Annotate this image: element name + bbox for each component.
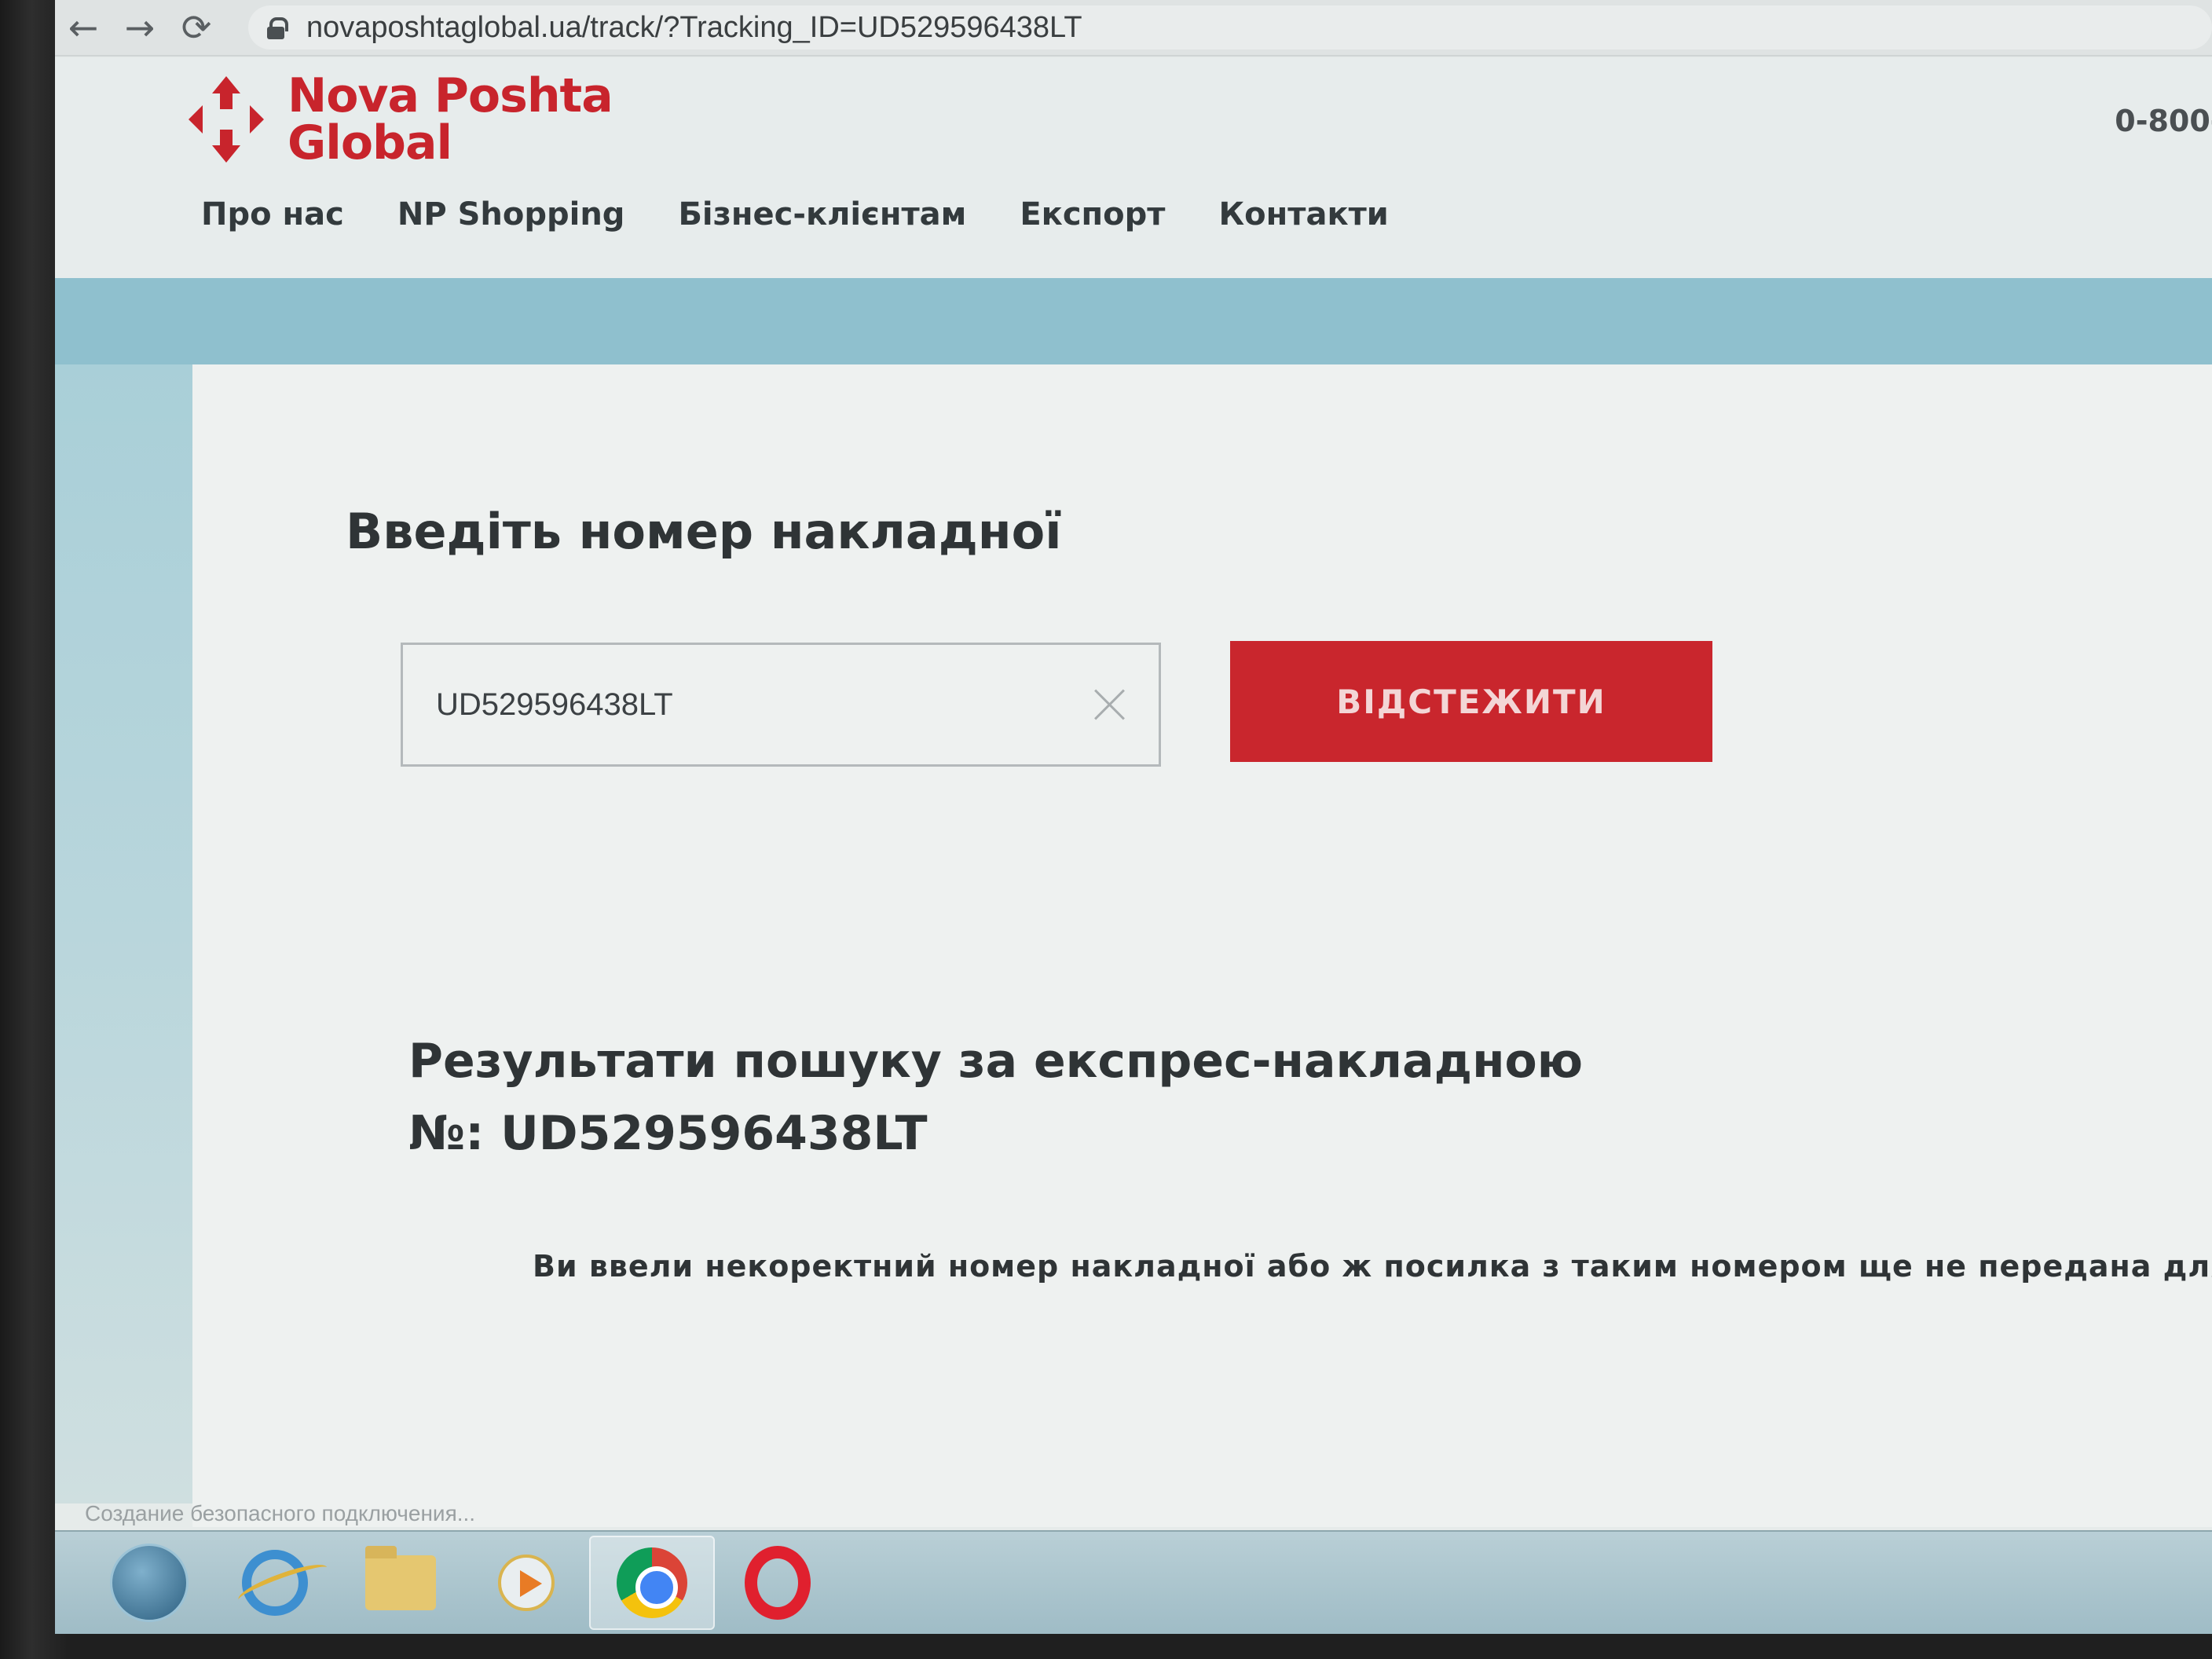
nav-about[interactable]: Про нас xyxy=(201,196,344,233)
screen: ← → ⟳ novaposhtaglobal.ua/track/?Trackin… xyxy=(55,0,2212,1634)
folder-icon xyxy=(365,1546,436,1610)
back-icon[interactable]: ← xyxy=(55,0,112,56)
windows-start-icon xyxy=(110,1544,189,1622)
result-message: Ви ввели некоректний номер накладної або… xyxy=(533,1249,2212,1284)
logo-line-1: Nova Poshta xyxy=(287,68,613,123)
taskbar-opera[interactable] xyxy=(715,1536,840,1630)
tracking-title: Введіть номер накладної xyxy=(346,503,1062,560)
taskbar-chrome[interactable] xyxy=(589,1536,715,1630)
nav-contacts[interactable]: Контакти xyxy=(1218,196,1388,233)
logo-text: Nova Poshta Global xyxy=(287,72,613,167)
browser-status-bar: Создание безопасного подключения... xyxy=(85,1501,476,1525)
media-player-icon xyxy=(498,1555,555,1611)
start-button[interactable] xyxy=(86,1536,212,1630)
phone-number[interactable]: 0-800-5 xyxy=(2115,104,2212,138)
result-title: Результати пошуку за експрес-накладною №… xyxy=(408,1025,1744,1170)
tracking-number-input[interactable]: UD529596438LT xyxy=(401,643,1161,767)
side-band xyxy=(55,364,192,1503)
track-button[interactable]: ВІДСТЕЖИТИ xyxy=(1230,641,1712,762)
reload-icon[interactable]: ⟳ xyxy=(168,0,225,56)
nav-np-shopping[interactable]: NP Shopping xyxy=(397,196,625,233)
taskbar-ie[interactable] xyxy=(212,1536,338,1630)
address-url: novaposhtaglobal.ua/track/?Tracking_ID=U… xyxy=(306,10,1082,44)
nav-export[interactable]: Експорт xyxy=(1020,196,1165,233)
chrome-icon xyxy=(617,1547,687,1618)
nova-poshta-logo-icon xyxy=(189,76,264,163)
browser-toolbar: ← → ⟳ novaposhtaglobal.ua/track/?Trackin… xyxy=(55,0,2212,57)
hero-band xyxy=(55,278,2212,364)
main-nav: Про нас NP Shopping Бізнес-клієнтам Експ… xyxy=(201,196,1389,233)
result-title-line-1: Результати пошуку за експрес-накладною xyxy=(408,1034,1584,1089)
nav-business[interactable]: Бізнес-клієнтам xyxy=(678,196,966,233)
result-title-line-2: №: UD529596438LT xyxy=(408,1106,928,1161)
logo-line-2: Global xyxy=(287,115,452,170)
opera-icon xyxy=(745,1546,811,1620)
address-bar[interactable]: novaposhtaglobal.ua/track/?Tracking_ID=U… xyxy=(248,5,2212,49)
taskbar-media-player[interactable] xyxy=(463,1536,589,1630)
forward-icon[interactable]: → xyxy=(112,0,168,56)
os-taskbar xyxy=(55,1530,2212,1634)
clear-icon[interactable] xyxy=(1093,687,1127,722)
taskbar-explorer[interactable] xyxy=(338,1536,463,1630)
lock-icon xyxy=(267,17,288,39)
internet-explorer-icon xyxy=(242,1550,308,1616)
tracking-input-value: UD529596438LT xyxy=(436,687,673,722)
site-header: Nova Poshta Global 0-800-5 Про нас NP Sh… xyxy=(55,58,2212,278)
site-logo[interactable]: Nova Poshta Global xyxy=(189,72,613,167)
